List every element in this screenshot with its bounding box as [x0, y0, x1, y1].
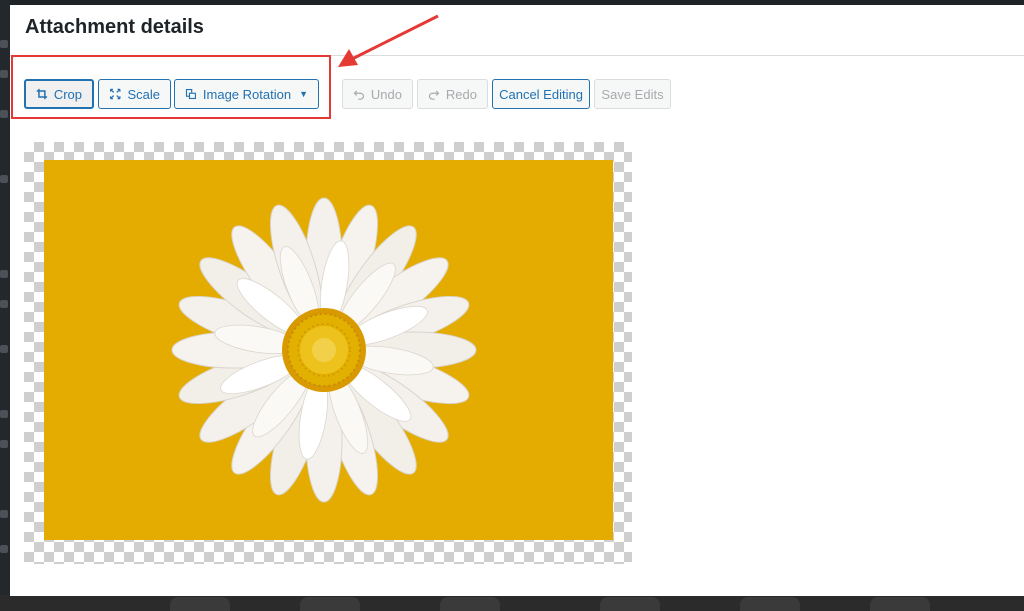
undo-button-label: Undo: [370, 86, 402, 102]
modal-header: Attachment details: [10, 5, 1024, 56]
undo-button[interactable]: Undo: [342, 79, 413, 109]
daisy-image: [171, 197, 477, 503]
admin-menu-icon: [0, 70, 8, 78]
background-media-grid: [0, 595, 1024, 611]
admin-menu-icon: [0, 110, 8, 118]
image-preview: [44, 160, 613, 540]
admin-menu-icon: [0, 300, 8, 308]
background-thumbnail: [170, 597, 230, 611]
admin-menu-icon: [0, 345, 8, 353]
redo-button-label: Redo: [445, 86, 477, 102]
annotation-arrow: [338, 14, 439, 67]
redo-button[interactable]: Redo: [417, 79, 488, 109]
background-thumbnail: [440, 597, 500, 611]
cancel-editing-button[interactable]: Cancel Editing: [492, 79, 590, 109]
admin-menu-icon: [0, 545, 8, 553]
background-thumbnail: [600, 597, 660, 611]
annotation-highlight-box: [11, 55, 331, 119]
admin-menu-icon: [0, 175, 8, 183]
admin-menu-icon: [0, 440, 8, 448]
background-admin-sidebar: [0, 0, 10, 611]
admin-menu-icon: [0, 410, 8, 418]
admin-menu-icon: [0, 270, 8, 278]
undo-icon: [353, 90, 364, 100]
background-thumbnail: [870, 597, 930, 611]
background-thumbnail: [740, 597, 800, 611]
save-edits-button[interactable]: Save Edits: [594, 79, 671, 109]
admin-menu-icon: [0, 40, 8, 48]
background-thumbnail: [300, 597, 360, 611]
modal-title: Attachment details: [25, 16, 204, 38]
admin-menu-icon: [0, 510, 8, 518]
redo-icon: [428, 90, 440, 100]
